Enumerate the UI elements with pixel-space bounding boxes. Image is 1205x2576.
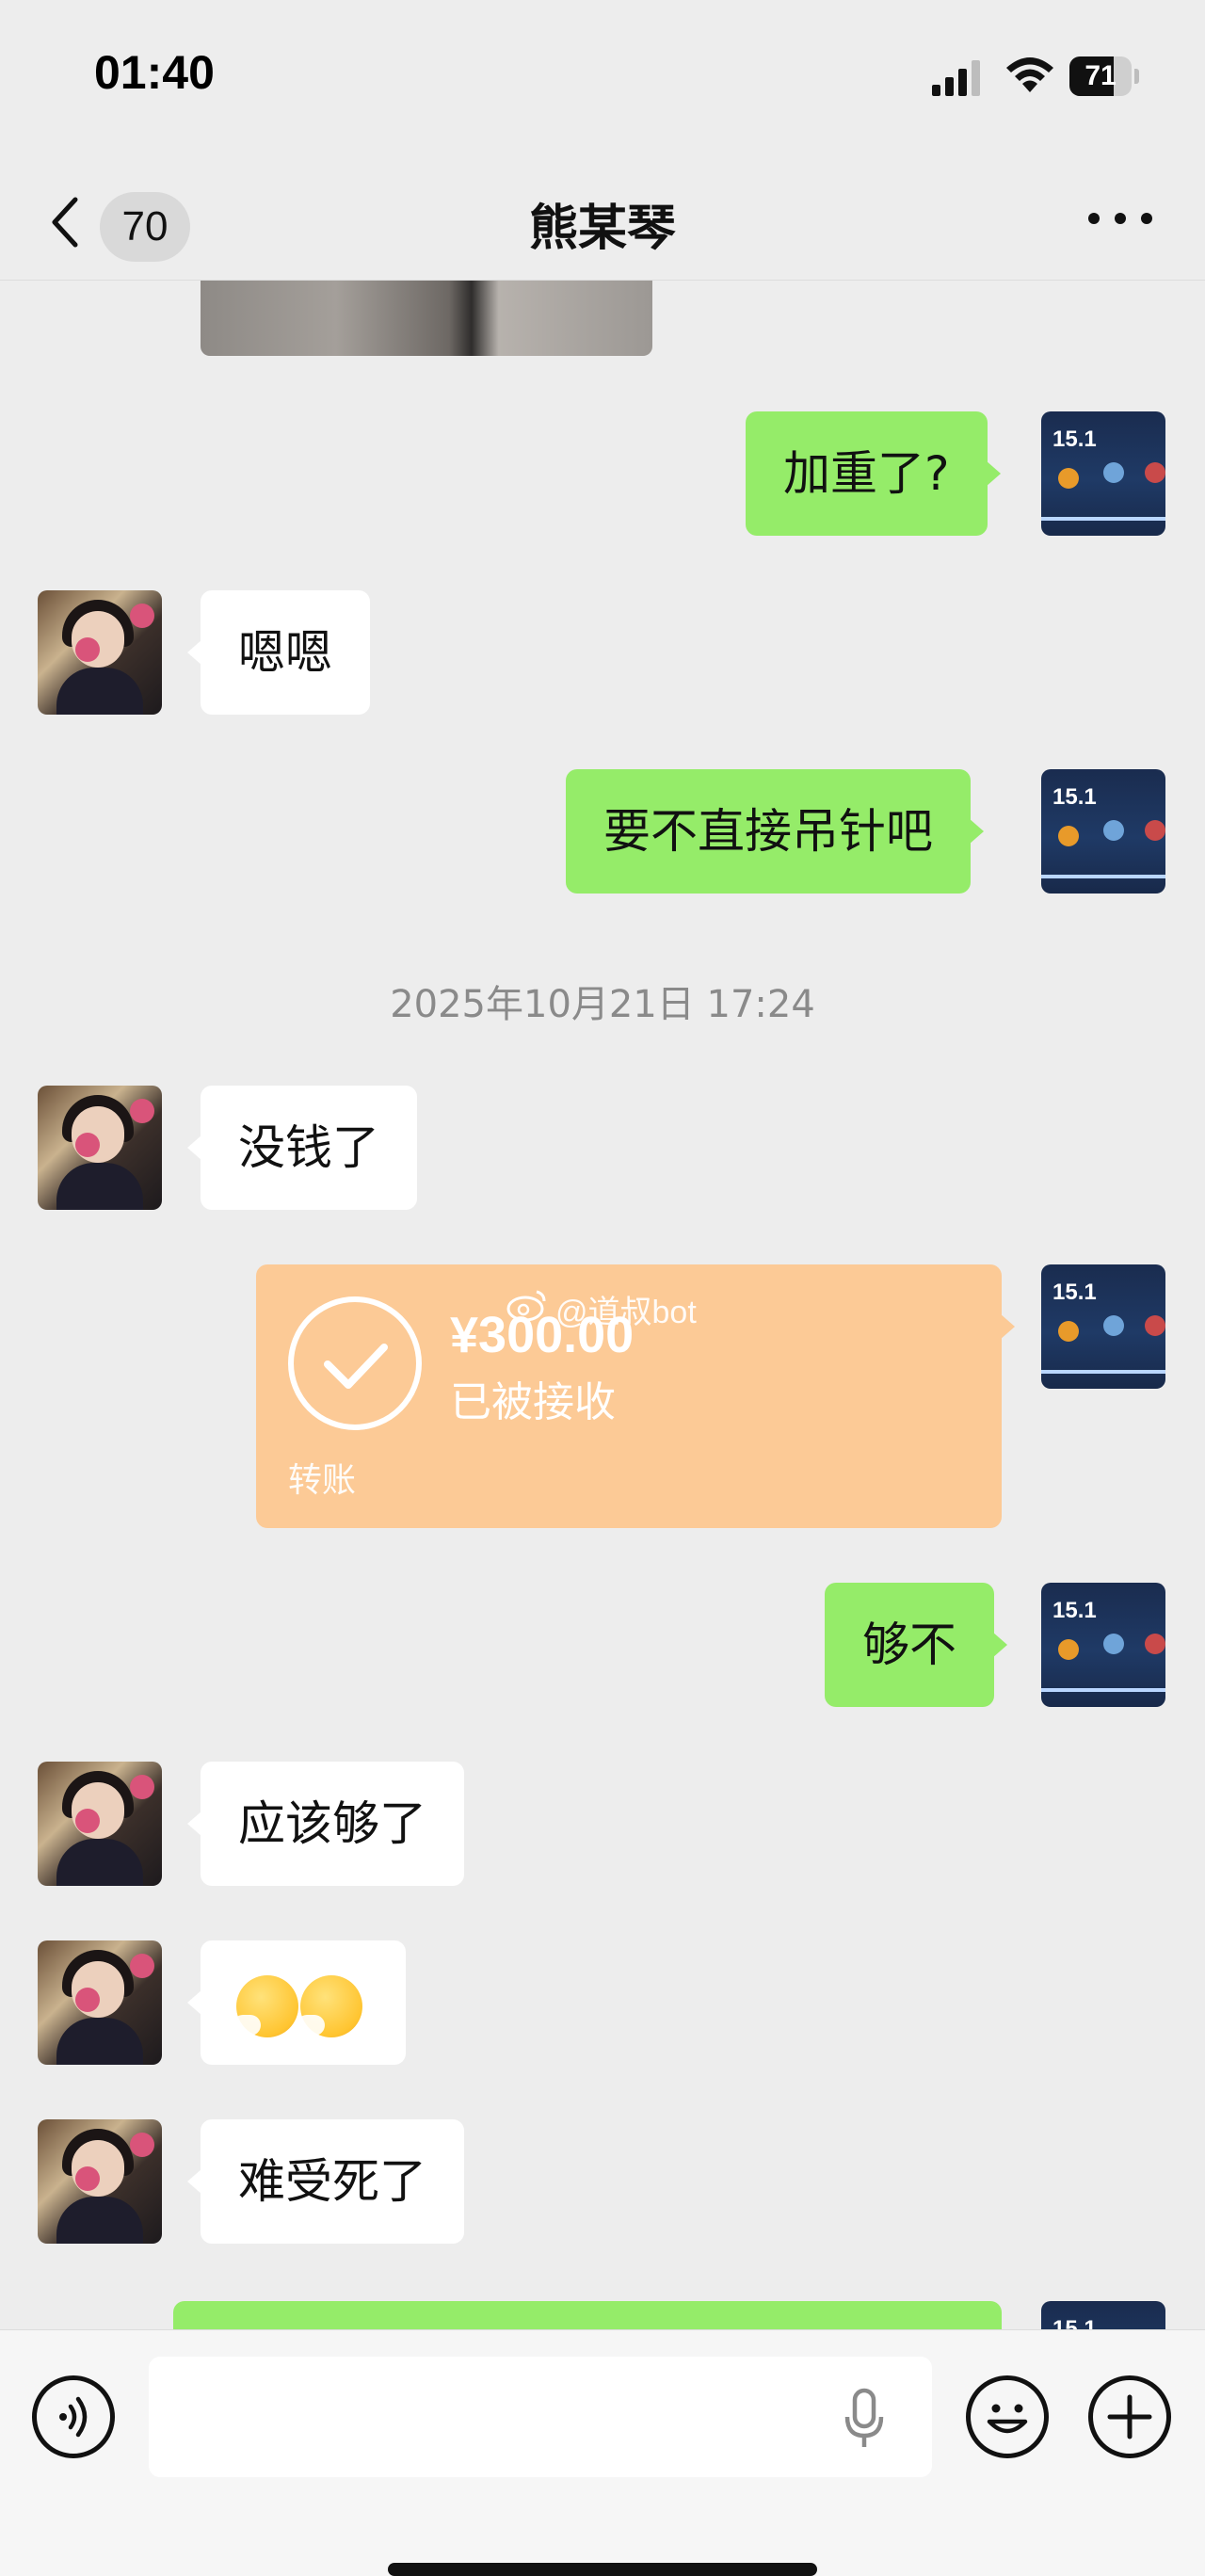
transfer-label: 转账: [288, 1461, 357, 1500]
self-avatar[interactable]: 15.1: [1041, 411, 1165, 536]
incoming-message-bubble[interactable]: 没钱了: [187, 1086, 417, 1210]
self-avatar[interactable]: 15.1: [1041, 1583, 1165, 1707]
more-actions-button[interactable]: [1088, 2375, 1171, 2458]
sneezing-face-icon: [297, 1974, 362, 2037]
battery-percent: 71: [1084, 60, 1117, 91]
status-bar: 01:40 71: [0, 0, 1205, 160]
outgoing-message-bubble[interactable]: 要不直接吊针吧: [566, 769, 984, 894]
message-timestamp: 2025年10月21日 17:24: [390, 983, 815, 1026]
more-dot-icon: [1115, 213, 1126, 224]
contact-avatar[interactable]: [38, 590, 162, 715]
contact-avatar[interactable]: [38, 1762, 162, 1886]
outgoing-message-bubble[interactable]: [173, 2301, 1002, 2329]
microphone-icon[interactable]: [838, 2387, 891, 2453]
sneezing-face-icon: [233, 1974, 298, 2037]
battery-indicator: 71: [1069, 56, 1139, 96]
outgoing-message-bubble[interactable]: 够不: [825, 1583, 1007, 1707]
unread-count-badge: 70: [100, 192, 190, 262]
self-avatar[interactable]: 15.1: [1041, 1264, 1165, 1389]
chevron-left-icon: [52, 197, 78, 248]
contact-avatar[interactable]: [38, 2119, 162, 2244]
cellular-signal-icon: [932, 60, 980, 96]
voice-wave-icon: [59, 2396, 88, 2438]
smiley-icon: [987, 2404, 1028, 2434]
contact-avatar[interactable]: [38, 1086, 162, 1210]
emoji-button[interactable]: [966, 2375, 1049, 2458]
voice-mode-button[interactable]: [32, 2375, 115, 2458]
image-message-preview[interactable]: [201, 281, 652, 356]
incoming-message-bubble[interactable]: 应该够了: [187, 1762, 464, 1886]
chat-header: 70 熊某琴: [0, 160, 1205, 281]
message-list[interactable]: 加重了? 15.1 嗯嗯 要不直接吊针吧 15.1 2025年10月21日 17…: [0, 281, 1205, 2329]
back-button[interactable]: 70: [41, 181, 201, 262]
input-bar: [0, 2329, 1205, 2576]
weibo-logo-icon: [506, 1290, 546, 1322]
status-time: 01:40: [94, 46, 215, 99]
more-dot-icon: [1141, 213, 1152, 224]
self-avatar[interactable]: 15.1: [1041, 2301, 1165, 2329]
wifi-icon: [1006, 57, 1053, 92]
more-options-button[interactable]: [1083, 200, 1158, 237]
self-avatar[interactable]: 15.1: [1041, 769, 1165, 894]
transfer-accepted-check-icon: [288, 1296, 422, 1430]
outgoing-message-bubble[interactable]: 加重了?: [746, 411, 1001, 536]
message-input[interactable]: [149, 2357, 932, 2477]
home-indicator: [388, 2563, 817, 2576]
watermark-text: @道叔bot: [555, 1295, 697, 1330]
contact-avatar[interactable]: [38, 1940, 162, 2065]
incoming-message-bubble[interactable]: 难受死了: [187, 2119, 464, 2244]
incoming-message-bubble[interactable]: 嗯嗯: [187, 590, 370, 715]
chat-title: 熊某琴: [528, 201, 676, 257]
plus-icon: [1107, 2394, 1152, 2439]
more-dot-icon: [1088, 213, 1100, 224]
incoming-emoji-bubble[interactable]: [187, 1940, 406, 2065]
transfer-status: 已被接收: [450, 1378, 616, 1426]
